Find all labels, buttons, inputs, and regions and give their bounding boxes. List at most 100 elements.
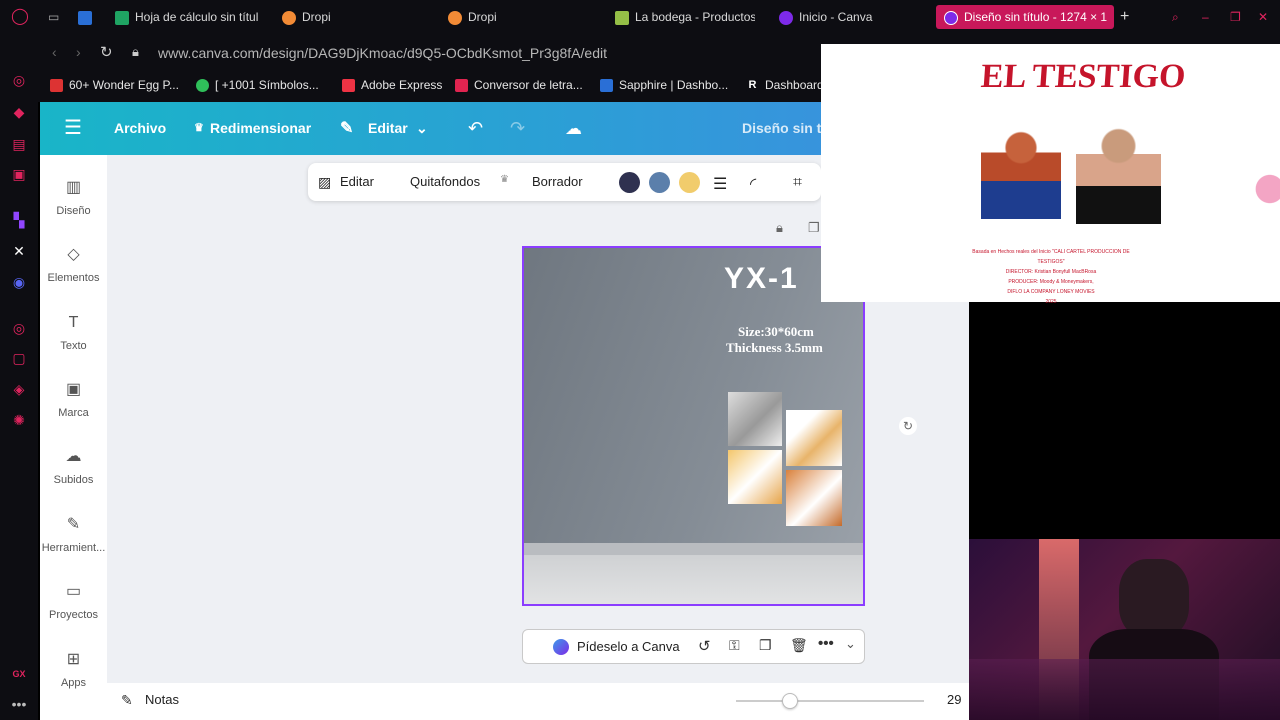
duplicate-icon[interactable]: ❐ bbox=[759, 637, 772, 654]
product-photo[interactable] bbox=[786, 410, 842, 466]
design-page[interactable]: YX-1 Size:30*60cm Thickness 3.5mm bbox=[522, 246, 865, 606]
bookmark[interactable]: Adobe Express bbox=[342, 78, 442, 93]
design-thickness-text[interactable]: Thickness 3.5mm bbox=[726, 340, 823, 356]
tab-search-icon[interactable]: ▭ bbox=[48, 5, 59, 29]
nav-diseno[interactable]: ▥ Diseño bbox=[40, 179, 107, 217]
maximize-icon[interactable]: ❐ bbox=[1230, 5, 1241, 29]
bookmark[interactable]: [ +1001 Símbolos... bbox=[196, 78, 319, 93]
new-tab-button[interactable]: + bbox=[1120, 5, 1129, 29]
poster-character-partial bbox=[1246, 164, 1280, 214]
webcam-person bbox=[1119, 559, 1189, 639]
zoom-slider-track[interactable] bbox=[736, 700, 924, 702]
cloud-saved-icon[interactable]: ☁ bbox=[565, 102, 582, 155]
color-swatch[interactable] bbox=[649, 172, 670, 193]
nav-texto[interactable]: T Texto bbox=[40, 314, 107, 352]
close-icon[interactable]: ✕ bbox=[1258, 5, 1268, 29]
more-icon[interactable]: ••• bbox=[818, 635, 834, 652]
menu-icon[interactable]: ☰ bbox=[64, 102, 82, 155]
twitch-icon[interactable]: ▚ bbox=[11, 212, 27, 228]
product-photo[interactable] bbox=[728, 450, 782, 504]
tab[interactable]: Dropi bbox=[282, 5, 412, 29]
poster-credits: Basada en Hechos reales del Inicio "CALI… bbox=[972, 249, 1130, 305]
search-icon[interactable]: ⌕ bbox=[1172, 5, 1179, 29]
quitafondos-button[interactable]: Quitafondos bbox=[410, 174, 480, 189]
tab[interactable]: Hoja de cálculo sin títul bbox=[115, 5, 265, 29]
url-input[interactable]: www.canva.com/design/DAG9DjKmoac/d9Q5-OC… bbox=[158, 45, 607, 61]
canva-ai-icon bbox=[553, 639, 569, 655]
notes-button[interactable]: Notas bbox=[145, 692, 179, 707]
bookmark[interactable]: R Dashboard bbox=[746, 78, 824, 93]
tab-active[interactable]: Diseño sin título - 1274 × 1 bbox=[936, 5, 1114, 29]
bookmark[interactable]: Sapphire | Dashbo... bbox=[600, 78, 728, 93]
crown-icon: ♛ bbox=[500, 174, 509, 185]
pencil-icon: ✎ bbox=[340, 120, 354, 137]
tab[interactable]: Dropi bbox=[448, 5, 578, 29]
zoom-value[interactable]: 29 bbox=[947, 692, 961, 707]
opera-logo-icon[interactable]: ◯ bbox=[11, 9, 29, 25]
floor-trim bbox=[524, 543, 863, 555]
color-swatch[interactable] bbox=[619, 172, 640, 193]
redimensionar-button[interactable]: Redimensionar bbox=[210, 102, 311, 155]
zoom-slider-thumb[interactable] bbox=[782, 693, 798, 709]
editar-image-button[interactable]: Editar bbox=[340, 174, 374, 189]
chevron-down-icon[interactable]: ⌄ bbox=[845, 636, 856, 652]
nav-subidos[interactable]: ☁ Subidos bbox=[40, 448, 107, 486]
border-style-icon[interactable]: ☰ bbox=[713, 174, 727, 194]
sidebar-app-icon[interactable]: ▢ bbox=[11, 350, 27, 366]
sidebar-app-icon[interactable]: ◈ bbox=[11, 381, 27, 397]
nav-herramientas[interactable]: ✎ Herramient... bbox=[40, 516, 107, 554]
forward-icon[interactable]: › bbox=[76, 44, 81, 60]
reload-icon[interactable]: ↻ bbox=[100, 43, 113, 61]
sheets-icon bbox=[115, 10, 129, 25]
nav-proyectos[interactable]: ▭ Proyectos bbox=[40, 583, 107, 621]
corner-rounding-icon[interactable]: ◜ bbox=[750, 174, 756, 194]
x-icon[interactable]: ✕ bbox=[11, 243, 27, 259]
discord-icon[interactable]: ◉ bbox=[11, 274, 27, 290]
lock-icon[interactable]: 🔒︎ bbox=[776, 220, 783, 236]
image-edit-icon: ▨ bbox=[318, 174, 332, 190]
tab[interactable]: Inicio - Canva bbox=[779, 5, 929, 29]
sidebar-app-icon[interactable]: ▤ bbox=[11, 136, 27, 152]
crop-icon[interactable]: ⌗ bbox=[793, 174, 802, 192]
design-title[interactable]: Diseño sin tí bbox=[742, 102, 825, 155]
comment-icon[interactable]: ↺ bbox=[698, 637, 711, 655]
nav-elementos[interactable]: ◇ Elementos bbox=[40, 246, 107, 284]
webcam-overlay bbox=[969, 539, 1280, 720]
chevron-down-icon[interactable]: ⌄ bbox=[416, 102, 428, 155]
color-swatch[interactable] bbox=[679, 172, 700, 193]
tab[interactable]: La bodega - Productos bbox=[615, 5, 755, 29]
back-icon[interactable]: ‹ bbox=[52, 44, 57, 60]
archivo-button[interactable]: Archivo bbox=[114, 102, 166, 155]
ask-canva-button[interactable]: Pídeselo a Canva bbox=[577, 639, 680, 654]
product-photo[interactable] bbox=[728, 392, 782, 446]
sidebar-app-icon[interactable]: ▣ bbox=[11, 166, 27, 182]
redo-icon[interactable]: ↷ bbox=[510, 102, 525, 155]
undo-icon[interactable]: ↶ bbox=[468, 102, 483, 155]
sidebar-app-icon[interactable]: ◆ bbox=[11, 104, 27, 120]
bookmark[interactable]: Conversor de letra... bbox=[455, 78, 583, 93]
lock-icon[interactable]: ⚿ bbox=[729, 637, 740, 654]
trash-icon[interactable]: 🗑︎ bbox=[790, 637, 808, 654]
minimize-icon[interactable]: – bbox=[1202, 5, 1209, 29]
design-heading[interactable]: YX-1 bbox=[724, 262, 799, 296]
nav-apps[interactable]: ⊞ Apps bbox=[40, 651, 107, 689]
tab-pinned-icon[interactable] bbox=[78, 5, 98, 29]
tools-icon: ✎ bbox=[66, 516, 81, 533]
notes-icon: ✎ bbox=[121, 692, 133, 708]
editar-button[interactable]: Editar bbox=[368, 102, 408, 155]
sidebar-app-icon[interactable]: ◎ bbox=[11, 72, 27, 88]
gx-icon[interactable]: GX bbox=[11, 666, 27, 682]
copy-icon[interactable]: ❐ bbox=[808, 220, 820, 236]
poster-character-running bbox=[981, 124, 1061, 219]
settings-icon[interactable]: ✺ bbox=[11, 412, 27, 428]
bookmark[interactable]: 60+ Wonder Egg P... bbox=[50, 78, 179, 93]
borrador-button[interactable]: Borrador bbox=[532, 174, 583, 189]
more-icon[interactable]: ••• bbox=[11, 696, 27, 712]
rotate-icon[interactable]: ↻ bbox=[899, 417, 917, 435]
sidebar-app-icon[interactable]: ◎ bbox=[11, 320, 27, 336]
design-size-text[interactable]: Size:30*60cm bbox=[738, 324, 814, 340]
webcam-desk bbox=[969, 659, 1280, 720]
nav-marca[interactable]: ▣ Marca bbox=[40, 381, 107, 419]
shopify-icon bbox=[615, 10, 629, 25]
product-photo[interactable] bbox=[786, 470, 842, 526]
